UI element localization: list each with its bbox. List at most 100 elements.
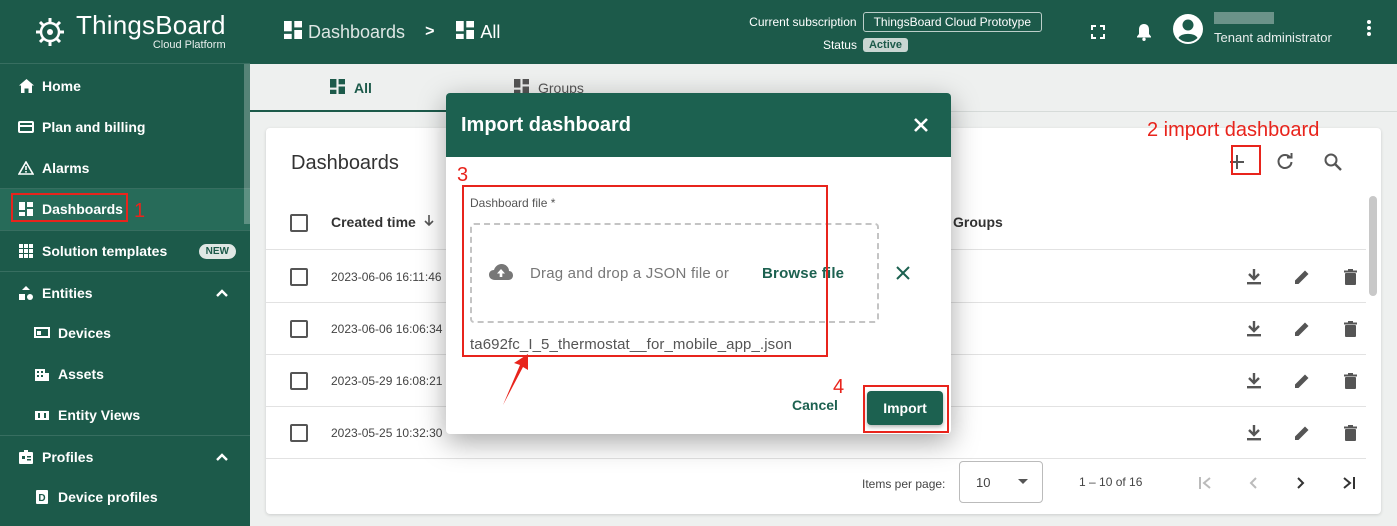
edit-pencil-icon[interactable] [1278, 419, 1326, 447]
subscription-plan-badge[interactable]: ThingsBoard Cloud Prototype [862, 12, 1042, 32]
user-menu[interactable]: Tenant administrator [1172, 12, 1332, 45]
sidebar-nav: Home Plan and billing Alarms Dashboards … [0, 64, 250, 518]
brand-title: ThingsBoard [76, 10, 226, 40]
dialog-title: Import dashboard [461, 114, 632, 136]
active-tab-indicator [250, 110, 446, 112]
download-icon[interactable] [1230, 367, 1278, 395]
sidebar-item-label: Alarms [42, 159, 90, 176]
row-created-time: 2023-05-29 16:08:21 [331, 374, 443, 388]
dropdown-caret-icon [1018, 479, 1028, 484]
brand-logo[interactable]: ThingsBoard Cloud Platform [0, 0, 250, 64]
arrow-down-icon [424, 215, 434, 227]
row-actions [1230, 263, 1374, 291]
row-checkbox[interactable] [290, 320, 308, 338]
annotation-box-import [863, 385, 949, 433]
column-label: Created time [331, 214, 416, 230]
tab-label: All [354, 80, 372, 96]
cancel-button[interactable]: Cancel [792, 397, 838, 413]
select-all-checkbox[interactable] [290, 214, 308, 232]
search-button[interactable] [1309, 144, 1357, 180]
status-label: Status [822, 38, 857, 52]
row-created-time: 2023-06-06 16:06:34 [331, 322, 443, 336]
notifications-bell-icon[interactable] [1126, 14, 1162, 50]
download-icon[interactable] [1230, 315, 1278, 343]
more-vert-icon[interactable] [1367, 20, 1371, 41]
sidebar-item-entities[interactable]: Entities [0, 272, 250, 313]
breadcrumb-dashboards[interactable]: Dashboards [308, 22, 405, 43]
row-checkbox[interactable] [290, 372, 308, 390]
edit-pencil-icon[interactable] [1278, 315, 1326, 343]
sidebar-item-label: Devices [58, 325, 111, 342]
subscription-label: Current subscription [749, 15, 857, 29]
close-icon[interactable] [909, 113, 933, 137]
sidebar-item-label: Profiles [42, 448, 94, 465]
breadcrumb-all: All [480, 21, 501, 42]
delete-trash-icon[interactable] [1326, 263, 1374, 291]
previous-page-icon[interactable] [1229, 466, 1277, 500]
sidebar-item-alarms[interactable]: Alarms [0, 147, 250, 188]
page-range-label: 1 – 10 of 16 [1079, 475, 1143, 489]
delete-trash-icon[interactable] [1326, 315, 1374, 343]
svg-text:D: D [38, 493, 45, 504]
first-page-icon[interactable] [1181, 466, 1229, 500]
sidebar-item-label: Device profiles [58, 489, 158, 506]
devices-icon [34, 325, 50, 341]
sidebar-item-entity-views[interactable]: Entity Views [0, 395, 250, 436]
sidebar-item-label: Home [42, 78, 81, 95]
fullscreen-icon[interactable] [1080, 14, 1116, 50]
edit-pencil-icon[interactable] [1278, 263, 1326, 291]
next-page-icon[interactable] [1277, 466, 1325, 500]
sidebar-item-devices[interactable]: Devices [0, 313, 250, 354]
entities-icon [18, 285, 34, 301]
top-bar: Dashboards > All Current subscription Th… [250, 0, 1397, 64]
device-profiles-icon: D [34, 489, 50, 505]
dialog-header: Import dashboard [446, 93, 951, 157]
sidebar-item-label: Entities [42, 284, 93, 301]
row-checkbox[interactable] [290, 268, 308, 286]
paginator: Items per page: 10 1 – 10 of 16 [266, 456, 1381, 514]
last-page-icon[interactable] [1325, 466, 1373, 500]
thingsboard-logo-icon [36, 17, 64, 46]
templates-icon [18, 243, 34, 259]
download-icon[interactable] [1230, 263, 1278, 291]
card-title: Dashboards [291, 152, 399, 174]
row-actions [1230, 419, 1374, 447]
dashboard-icon [456, 20, 475, 44]
delete-trash-icon[interactable] [1326, 367, 1374, 395]
annotation-box-dashboards [11, 193, 128, 222]
annotation-arrow [503, 354, 528, 405]
chevron-up-icon [216, 286, 228, 300]
sidebar-item-solution-templates[interactable]: Solution templates NEW [0, 231, 250, 272]
column-groups[interactable]: Groups [953, 214, 1003, 230]
row-actions [1230, 315, 1374, 343]
top-icons [1080, 0, 1172, 64]
clear-file-icon[interactable] [892, 262, 914, 284]
sidebar-item-home[interactable]: Home [0, 66, 250, 107]
sidebar-item-assets[interactable]: Assets [0, 354, 250, 395]
row-created-time: 2023-06-06 16:11:46 [331, 270, 442, 284]
edit-pencil-icon[interactable] [1278, 367, 1326, 395]
home-icon [18, 78, 34, 94]
column-created-time[interactable]: Created time [331, 214, 434, 230]
sidebar-item-device-profiles[interactable]: D Device profiles [0, 477, 250, 518]
sidebar-item-plan-and-billing[interactable]: Plan and billing [0, 107, 250, 148]
row-checkbox[interactable] [290, 424, 308, 442]
entity-views-icon [34, 407, 50, 423]
status-badge: Active [862, 38, 908, 52]
table-scrollbar[interactable] [1369, 196, 1377, 296]
sidebar-item-profiles[interactable]: Profiles [0, 436, 250, 477]
sidebar-item-label: Plan and billing [42, 119, 146, 136]
breadcrumb: Dashboards > All [284, 20, 501, 44]
profiles-icon [18, 449, 34, 465]
refresh-button[interactable] [1261, 144, 1309, 180]
assets-icon [34, 366, 50, 382]
download-icon[interactable] [1230, 419, 1278, 447]
user-role: Tenant administrator [1214, 30, 1332, 45]
annotation-step-4: 4 [833, 376, 845, 398]
items-per-page-select[interactable]: 10 [959, 461, 1043, 503]
delete-trash-icon[interactable] [1326, 419, 1374, 447]
annotation-step-3: 3 [457, 164, 469, 186]
brand-subtitle: Cloud Platform [152, 39, 226, 51]
row-actions [1230, 367, 1374, 395]
tab-all[interactable]: All [330, 64, 372, 112]
